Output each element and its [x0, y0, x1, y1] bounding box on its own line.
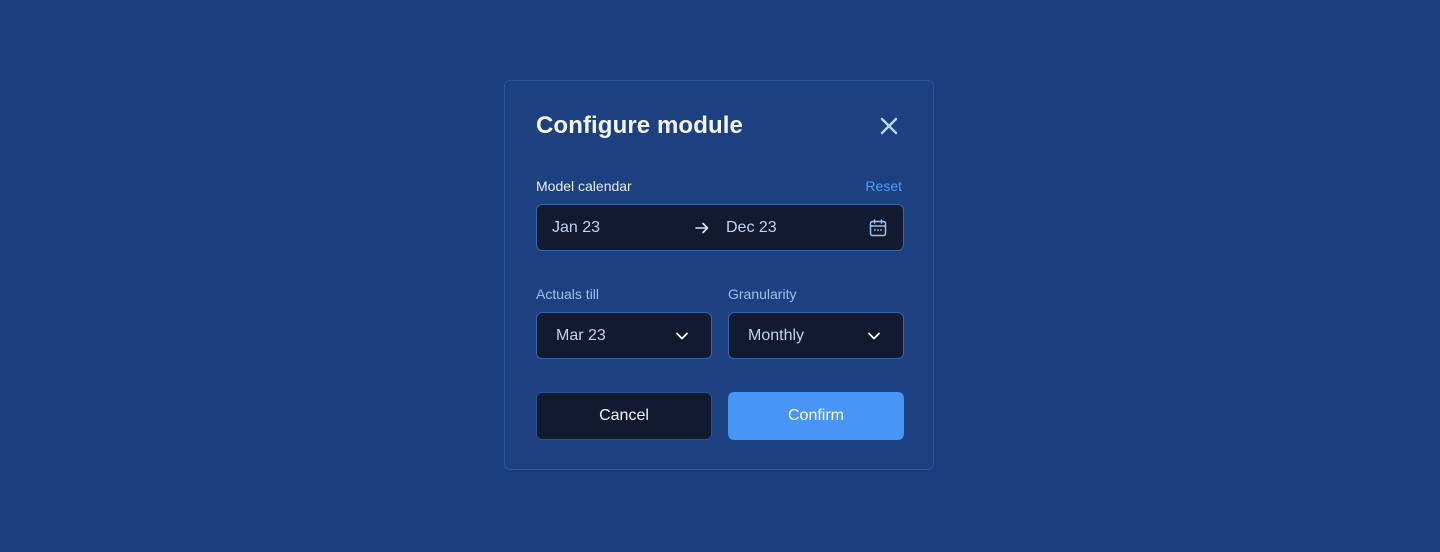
- chevron-down-icon: [867, 329, 881, 348]
- actuals-till-select[interactable]: Mar 23: [536, 312, 712, 359]
- model-calendar-range-field[interactable]: Jan 23 Dec 23: [536, 204, 904, 251]
- actuals-till-value: Mar 23: [556, 327, 606, 344]
- arrow-right-icon: [694, 220, 710, 241]
- cancel-button[interactable]: Cancel: [536, 392, 712, 440]
- configure-module-dialog: Configure module Model calendar Reset Ja…: [504, 80, 934, 470]
- model-calendar-label: Model calendar: [536, 178, 632, 194]
- calendar-icon[interactable]: [868, 218, 888, 243]
- dialog-title: Configure module: [536, 112, 743, 139]
- granularity-select[interactable]: Monthly: [728, 312, 904, 359]
- close-button[interactable]: [875, 114, 903, 142]
- granularity-value: Monthly: [748, 327, 805, 344]
- chevron-down-icon: [675, 329, 689, 348]
- granularity-label: Granularity: [728, 286, 797, 302]
- actuals-till-label: Actuals till: [536, 286, 600, 302]
- range-start-date[interactable]: Jan 23: [552, 219, 600, 237]
- close-icon: [880, 117, 898, 140]
- reset-link[interactable]: Reset: [865, 178, 902, 194]
- confirm-button[interactable]: Confirm: [728, 392, 904, 440]
- range-end-date[interactable]: Dec 23: [726, 219, 777, 237]
